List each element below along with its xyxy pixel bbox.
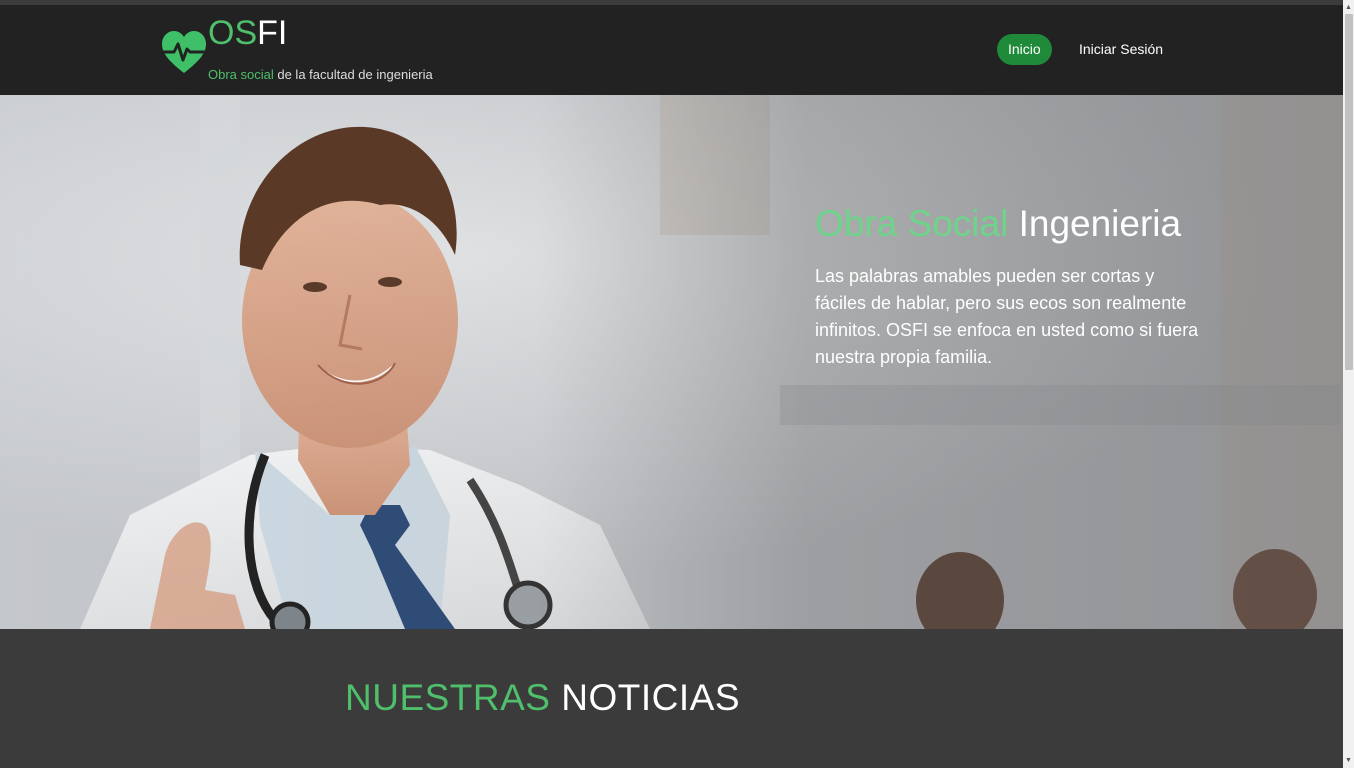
brand-tagline-rest: de la facultad de ingenieria — [273, 67, 433, 82]
nav-item-inicio[interactable]: Inicio — [997, 34, 1052, 65]
brand-tagline-highlight: Obra social — [208, 67, 274, 82]
hero-title-rest: Ingenieria — [1008, 203, 1182, 244]
arrow-down-icon[interactable]: ▼ — [1343, 755, 1354, 766]
hero-description: Las palabras amables pueden ser cortas y… — [815, 266, 1199, 367]
scrollbar-thumb[interactable] — [1345, 14, 1353, 370]
brand-title: OSFI — [208, 13, 287, 53]
hero-banner: Obra Social Ingenieria Las palabras amab… — [0, 95, 1343, 629]
news-title: NUESTRAS NOTICIAS — [345, 677, 740, 719]
navbar: OSFI Obra social de la facultad de ingen… — [0, 5, 1343, 95]
page: OSFI Obra social de la facultad de ingen… — [0, 0, 1343, 768]
brand-title-part1: OS — [208, 14, 258, 52]
brand-title-part2: FI — [257, 14, 288, 52]
hero-title-highlight: Obra Social — [815, 203, 1009, 244]
brand-tagline: Obra social de la facultad de ingenieria — [208, 67, 433, 82]
nav-item-iniciar-sesion[interactable]: Iniciar Sesión — [1079, 34, 1163, 65]
brand-logo[interactable]: OSFI Obra social de la facultad de ingen… — [160, 11, 460, 91]
hero-title: Obra Social Ingenieria — [815, 203, 1181, 245]
news-title-highlight: NUESTRAS — [345, 677, 551, 718]
heart-pulse-icon — [162, 31, 206, 73]
news-section: NUESTRAS NOTICIAS — [0, 629, 1343, 768]
arrow-up-icon[interactable]: ▲ — [1343, 2, 1354, 13]
vertical-scrollbar[interactable]: ▲ ▼ — [1343, 0, 1354, 768]
news-title-rest: NOTICIAS — [550, 677, 741, 718]
